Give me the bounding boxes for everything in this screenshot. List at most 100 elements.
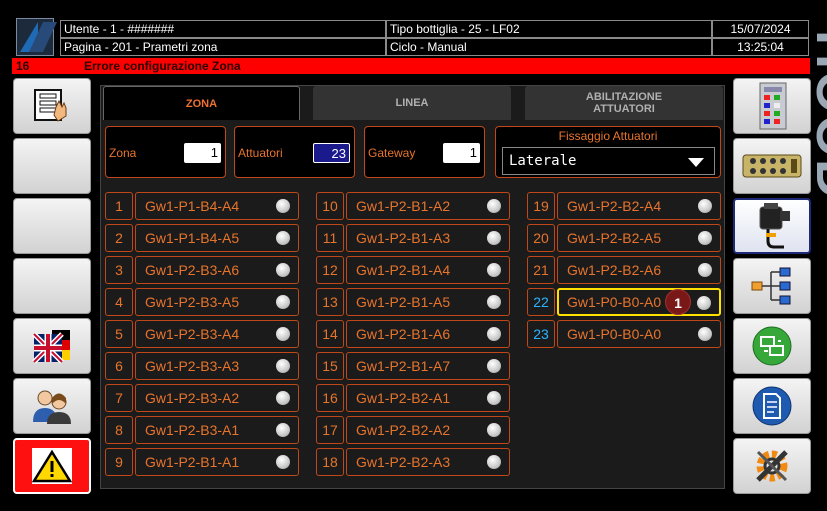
network-tree-button[interactable] bbox=[733, 258, 811, 314]
actuator-name: Gw1-P2-B2-A2 bbox=[356, 422, 451, 438]
actuator-item[interactable]: Gw1-P2-B1-A3 bbox=[346, 224, 510, 252]
fissaggio-label: Fissaggio Attuatori bbox=[558, 129, 658, 143]
status-indicator-icon bbox=[276, 263, 290, 277]
side-button-empty-3[interactable] bbox=[13, 258, 91, 314]
attuatori-label: Attuatori bbox=[238, 146, 283, 160]
actuator-item[interactable]: Gw1-P2-B3-A1 bbox=[135, 416, 299, 444]
status-indicator-icon bbox=[276, 327, 290, 341]
attuatori-group: Attuatori 23 bbox=[234, 126, 355, 178]
io-module-button[interactable] bbox=[733, 138, 811, 194]
actuator-item[interactable]: Gw1-P2-B3-A6 bbox=[135, 256, 299, 284]
status-indicator-icon bbox=[698, 199, 712, 213]
settings-tools-icon bbox=[756, 450, 788, 482]
actuator-item[interactable]: Gw1-P2-B3-A3 bbox=[135, 352, 299, 380]
status-indicator-icon bbox=[276, 295, 290, 309]
actuator-name: Gw1-P2-B1-A2 bbox=[356, 198, 451, 214]
actuator-name: Gw1-P2-B2-A3 bbox=[356, 454, 451, 470]
fissaggio-selected-value: Laterale bbox=[509, 153, 577, 169]
settings-button[interactable] bbox=[733, 438, 811, 494]
side-button-empty-1[interactable] bbox=[13, 138, 91, 194]
tab-abilitazione-attuatori[interactable]: ABILITAZIONE ATTUATORI bbox=[525, 86, 723, 120]
actuator-name: Gw1-P2-B3-A4 bbox=[145, 326, 240, 342]
actuator-item[interactable]: Gw1-P2-B1-A6 bbox=[346, 320, 510, 348]
status-indicator-icon bbox=[276, 231, 290, 245]
actuator-name: Gw1-P2-B3-A1 bbox=[145, 422, 240, 438]
actuator-item[interactable]: Gw1-P2-B1-A1 bbox=[135, 448, 299, 476]
status-indicator-icon bbox=[487, 295, 501, 309]
actuator-item[interactable]: Gw1-P2-B2-A5 bbox=[557, 224, 721, 252]
actuator-number: 9 bbox=[105, 448, 133, 476]
tab-linea[interactable]: LINEA bbox=[313, 86, 511, 120]
connection-icon bbox=[752, 326, 792, 366]
actuator-name: Gw1-P2-B1-A3 bbox=[356, 230, 451, 246]
actuator-number: 6 bbox=[105, 352, 133, 380]
actuator-name: Gw1-P2-B3-A5 bbox=[145, 294, 240, 310]
actuator-item[interactable]: Gw1-P2-B3-A4 bbox=[135, 320, 299, 348]
status-indicator-icon bbox=[698, 327, 712, 341]
actuator-button[interactable] bbox=[733, 198, 811, 254]
control-panel-icon bbox=[759, 82, 787, 130]
header-cycle: Ciclo - Manual bbox=[386, 38, 712, 56]
actuator-item[interactable]: Gw1-P2-B2-A1 bbox=[346, 384, 510, 412]
alarm-button[interactable] bbox=[13, 438, 91, 494]
actuator-number: 15 bbox=[316, 352, 344, 380]
actuator-number: 2 bbox=[105, 224, 133, 252]
actuator-name: Gw1-P2-B1-A4 bbox=[356, 262, 451, 278]
actuator-name: Gw1-P2-B2-A6 bbox=[567, 262, 662, 278]
actuator-number: 19 bbox=[527, 192, 555, 220]
actuator-item[interactable]: Gw1-P1-B4-A4 bbox=[135, 192, 299, 220]
actuator-item[interactable]: Gw1-P2-B2-A6 bbox=[557, 256, 721, 284]
tab-zona[interactable]: ZONA bbox=[103, 86, 300, 120]
actuator-name: Gw1-P0-B0-A0 bbox=[567, 326, 662, 342]
actuator-number: 22 bbox=[527, 288, 555, 316]
actuator-item[interactable]: Gw1-P1-B4-A5 bbox=[135, 224, 299, 252]
attuatori-input[interactable]: 23 bbox=[313, 143, 350, 163]
actuator-number: 18 bbox=[316, 448, 344, 476]
network-tree-icon bbox=[751, 267, 791, 305]
actuator-name: Gw1-P2-B1-A5 bbox=[356, 294, 451, 310]
actuator-item[interactable]: Gw1-P2-B1-A2 bbox=[346, 192, 510, 220]
control-panel-button[interactable] bbox=[733, 78, 811, 134]
actuator-name: Gw1-P1-B4-A5 bbox=[145, 230, 240, 246]
actuator-item[interactable]: Gw1-P2-B2-A4 bbox=[557, 192, 721, 220]
actuator-item[interactable]: Gw1-P2-B1-A4 bbox=[346, 256, 510, 284]
status-indicator-icon bbox=[487, 359, 501, 373]
header-user: Utente - 1 - ####### bbox=[60, 20, 386, 38]
actuator-name: Gw1-P2-B2-A5 bbox=[567, 230, 662, 246]
actuator-name: Gw1-P2-B2-A4 bbox=[567, 198, 662, 214]
actuator-item[interactable]: Gw1-P2-B1-A7 bbox=[346, 352, 510, 380]
zona-input[interactable]: 1 bbox=[184, 143, 221, 163]
fissaggio-select[interactable]: Laterale bbox=[502, 147, 715, 175]
actuator-item[interactable]: Gw1-P0-B0-A0 bbox=[557, 320, 721, 348]
error-badge: 1 bbox=[665, 289, 691, 315]
status-indicator-icon bbox=[698, 231, 712, 245]
actuator-number: 14 bbox=[316, 320, 344, 348]
gateway-input[interactable]: 1 bbox=[443, 143, 480, 163]
company-logo bbox=[16, 18, 57, 56]
actuator-number: 13 bbox=[316, 288, 344, 316]
actuator-number: 11 bbox=[316, 224, 344, 252]
users-button[interactable] bbox=[13, 378, 91, 434]
zone-config-button[interactable] bbox=[13, 78, 91, 134]
actuator-item[interactable]: Gw1-P2-B3-A2 bbox=[135, 384, 299, 412]
actuator-item[interactable]: Gw1-P2-B2-A3 bbox=[346, 448, 510, 476]
actuator-name: Gw1-P2-B1-A7 bbox=[356, 358, 451, 374]
connection-button[interactable] bbox=[733, 318, 811, 374]
header-date: 15/07/2024 bbox=[712, 20, 809, 38]
actuator-number: 16 bbox=[316, 384, 344, 412]
actuator-number: 1 bbox=[105, 192, 133, 220]
document-button[interactable] bbox=[733, 378, 811, 434]
actuator-item[interactable]: Gw1-P2-B2-A2 bbox=[346, 416, 510, 444]
status-indicator-icon bbox=[276, 199, 290, 213]
language-flag-icon bbox=[32, 330, 70, 364]
status-indicator-icon bbox=[697, 296, 711, 310]
side-button-empty-2[interactable] bbox=[13, 198, 91, 254]
actuator-item[interactable]: Gw1-P2-B3-A5 bbox=[135, 288, 299, 316]
language-button[interactable] bbox=[13, 318, 91, 374]
actuator-item[interactable]: Gw1-P0-B0-A0 bbox=[557, 288, 721, 316]
actuator-name: Gw1-P2-B1-A6 bbox=[356, 326, 451, 342]
status-indicator-icon bbox=[487, 263, 501, 277]
actuator-item[interactable]: Gw1-P2-B1-A5 bbox=[346, 288, 510, 316]
gateway-label: Gateway bbox=[368, 146, 416, 160]
status-indicator-icon bbox=[487, 231, 501, 245]
